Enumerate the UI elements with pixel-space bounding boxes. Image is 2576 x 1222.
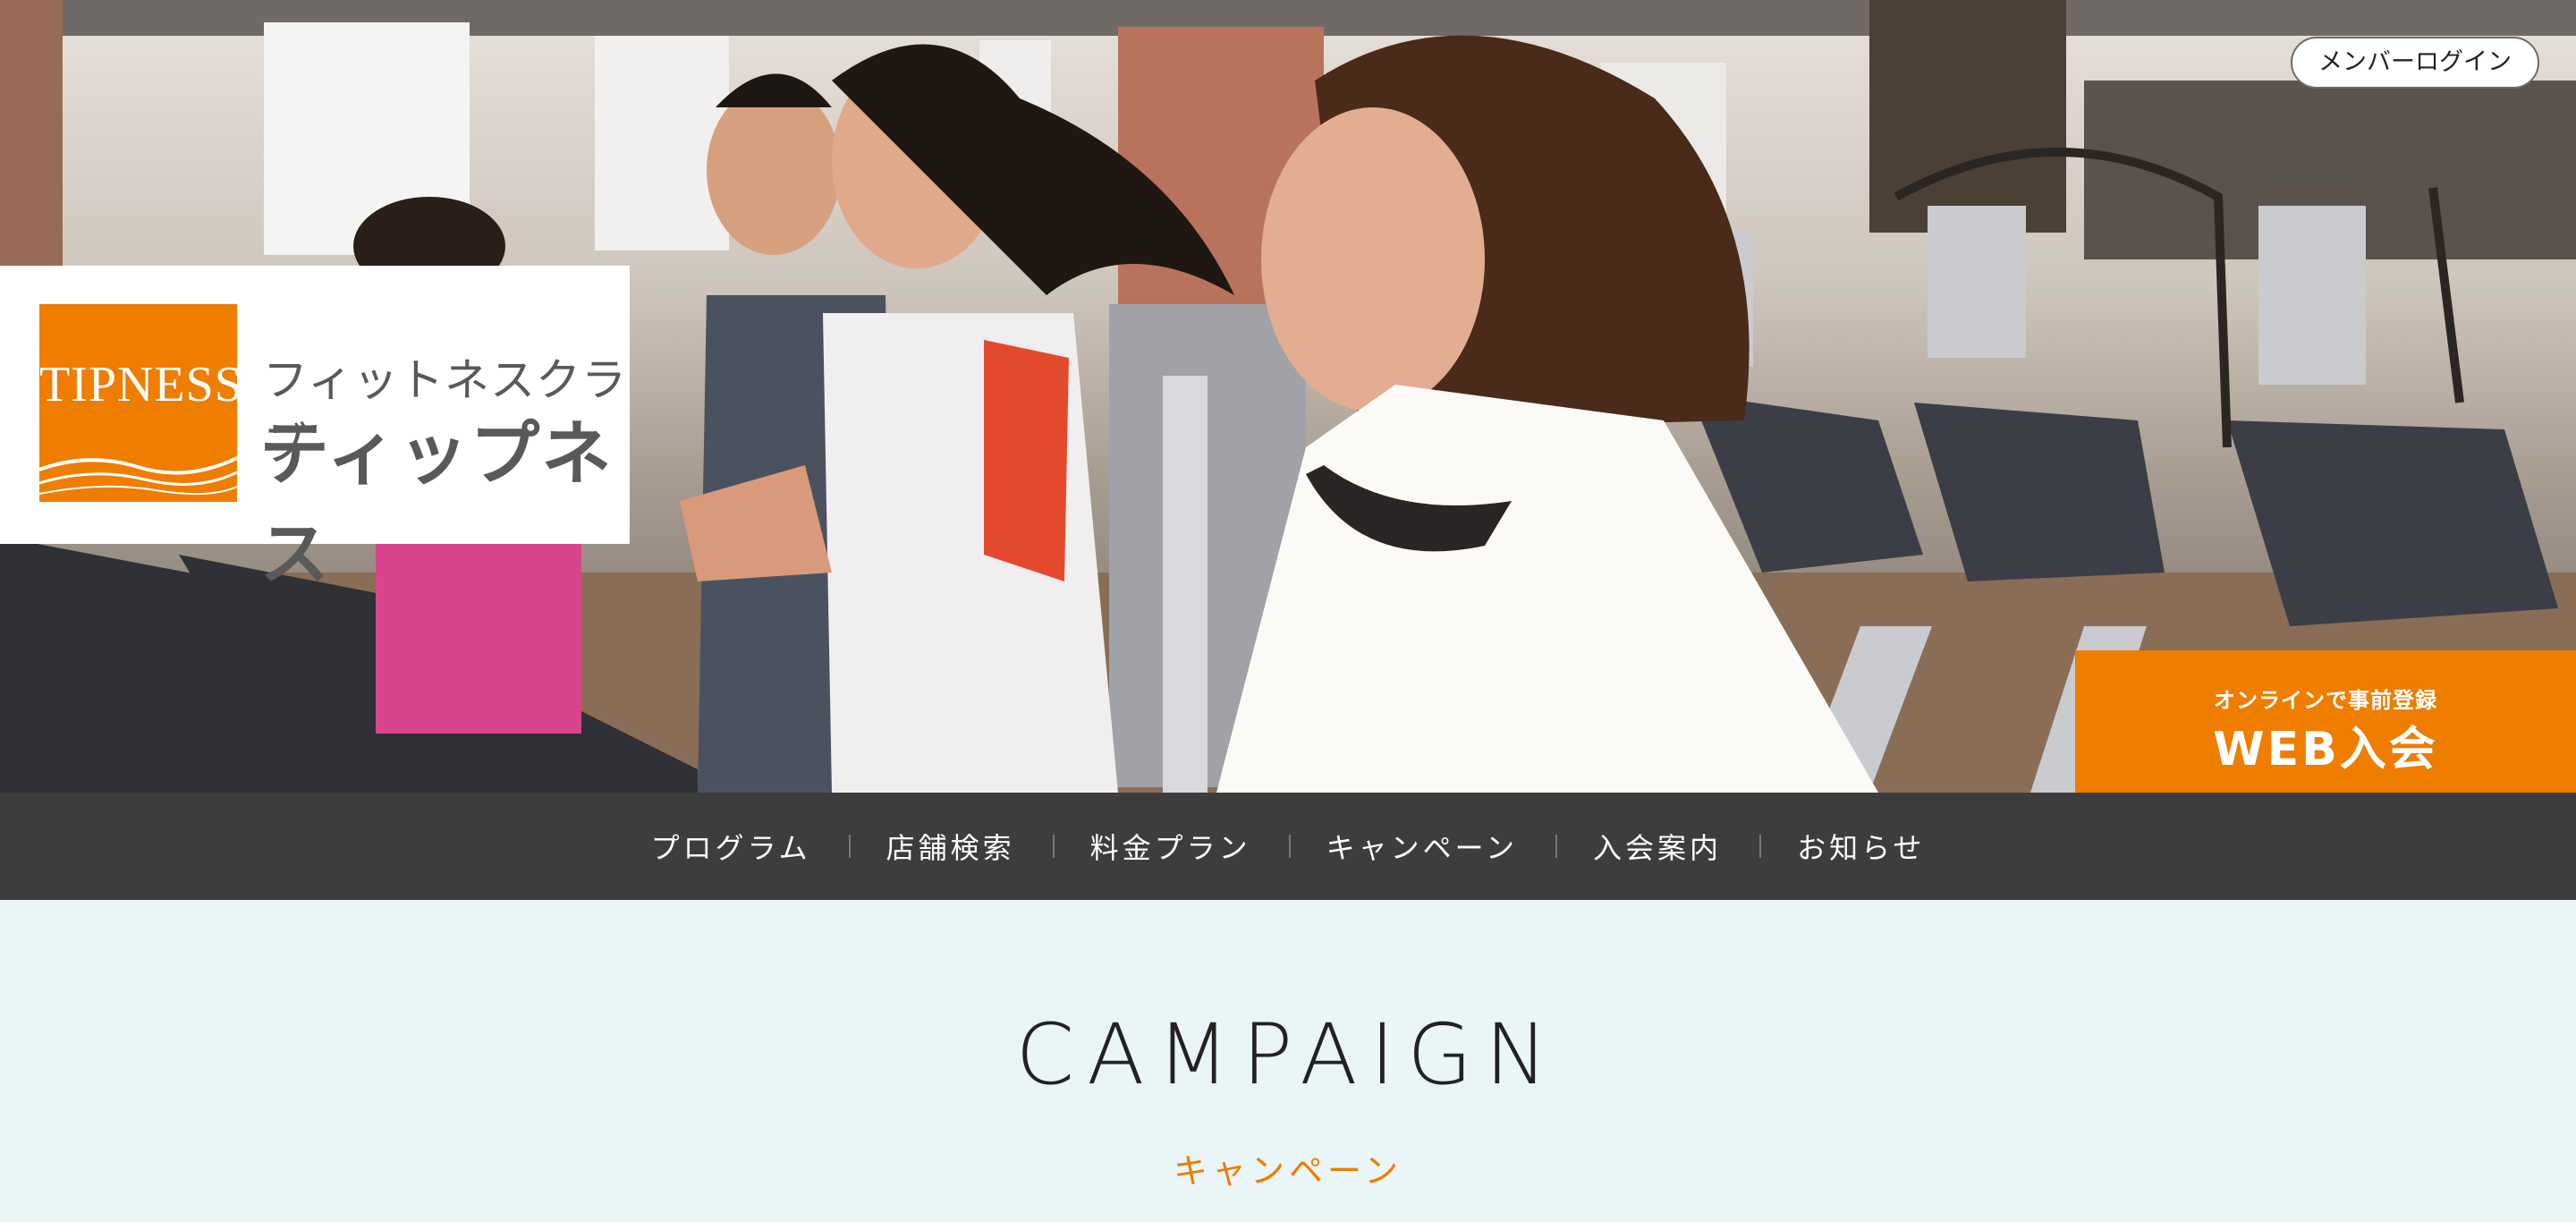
section-title: CAMPAIGN — [1015, 1006, 1561, 1104]
nav-item-membership-guide[interactable]: 入会案内 — [1555, 826, 1759, 867]
hero-banner: TIPNESS フィットネスクラブ ティップネス メンバーログイン オンラインで… — [0, 0, 2576, 793]
nav-item-campaign[interactable]: キャンペーン — [1288, 826, 1555, 867]
tipness-logo-mark: TIPNESS — [39, 304, 237, 502]
member-login-button[interactable]: メンバーログイン — [2291, 37, 2539, 89]
global-nav: プログラム 店舗検索 料金プラン キャンペーン 入会案内 お知らせ — [0, 793, 2576, 900]
nav-item-pricing[interactable]: 料金プラン — [1052, 826, 1289, 867]
brand-logo[interactable]: TIPNESS フィットネスクラブ ティップネス — [0, 266, 630, 595]
nav-item-store-search[interactable]: 店舗検索 — [848, 826, 1053, 867]
section-subtitle: キャンペーン — [1173, 1151, 1403, 1191]
logo-wordmark: ティップネス — [259, 414, 614, 595]
nav-list: プログラム 店舗検索 料金プラン キャンペーン 入会案内 お知らせ — [0, 793, 2576, 900]
web-join-sublabel: オンラインで事前登録 — [2214, 688, 2437, 713]
web-join-button[interactable]: オンラインで事前登録 WEB入会 — [2075, 650, 2576, 793]
wave-lines-icon — [39, 456, 237, 496]
nav-item-news[interactable]: お知らせ — [1759, 826, 1962, 867]
nav-item-program[interactable]: プログラム — [614, 826, 849, 867]
web-join-label: WEB入会 — [2213, 723, 2438, 776]
